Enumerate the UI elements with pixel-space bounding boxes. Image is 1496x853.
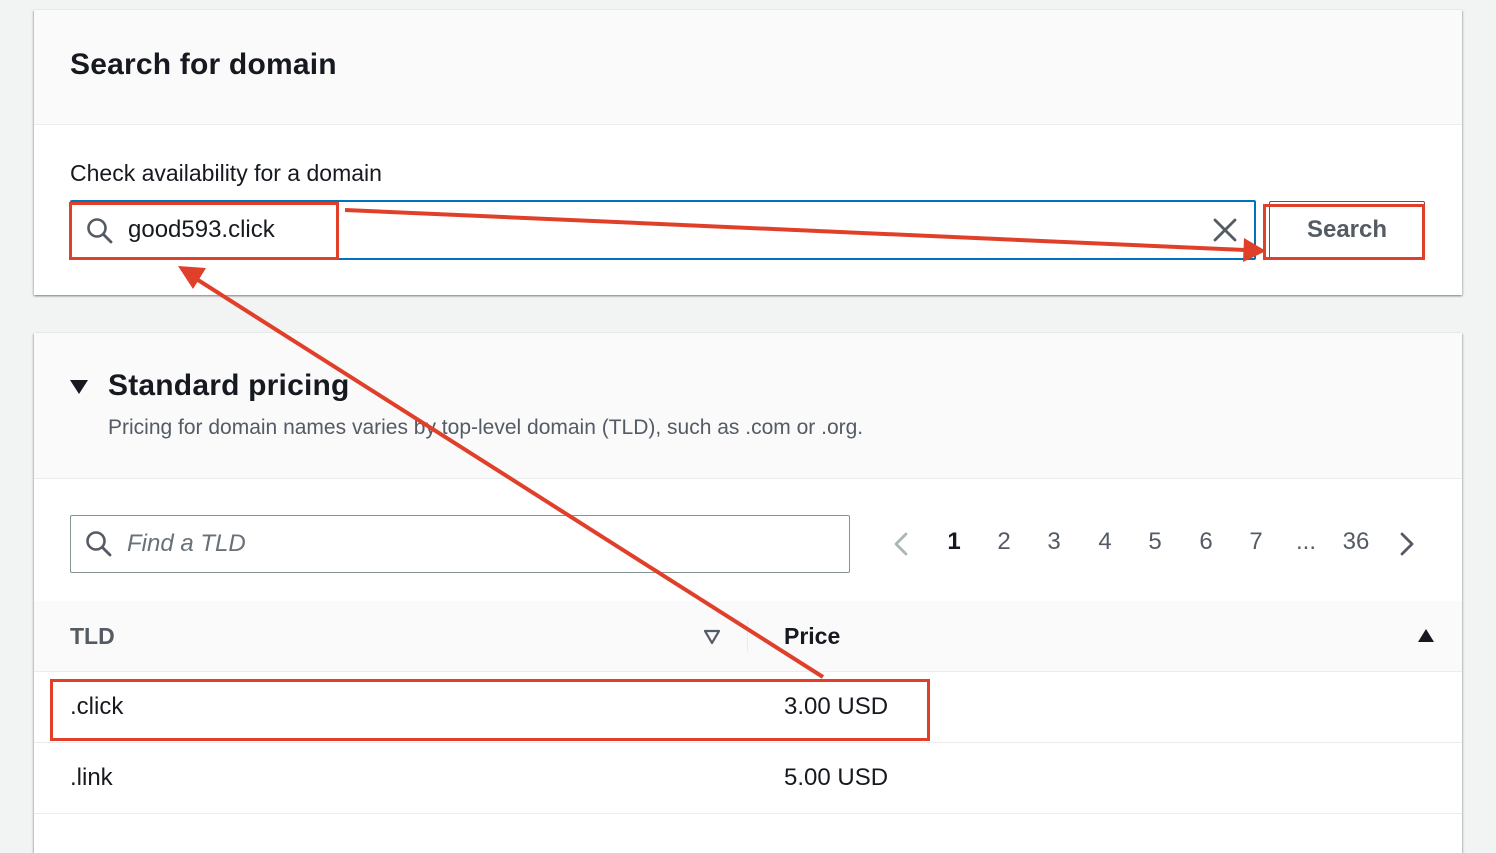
caret-down-icon[interactable] <box>70 380 88 394</box>
domain-search-field[interactable] <box>70 200 1256 260</box>
tld-cell: .click <box>70 693 124 720</box>
search-domain-panel: Search for domain Check availability for… <box>34 10 1462 295</box>
search-panel-title: Search for domain <box>70 48 337 81</box>
tld-filter-field[interactable] <box>70 515 850 573</box>
pricing-panel-title[interactable]: Standard pricing <box>108 369 350 403</box>
page-1[interactable]: 1 <box>939 528 969 556</box>
column-header-tld[interactable]: TLD <box>70 623 115 650</box>
page-7[interactable]: 7 <box>1241 528 1271 556</box>
chevron-right-icon[interactable] <box>1398 531 1416 557</box>
domain-field-label: Check availability for a domain <box>70 160 382 186</box>
pricing-table-header: TLD Price <box>34 601 1462 672</box>
page-3[interactable]: 3 <box>1039 528 1069 556</box>
page-2[interactable]: 2 <box>989 528 1019 556</box>
column-divider <box>747 620 748 652</box>
search-panel-header: Search for domain <box>34 10 1462 125</box>
sort-ascending-icon[interactable] <box>1417 628 1435 644</box>
tld-filter-input[interactable] <box>127 525 827 563</box>
sort-descending-icon[interactable] <box>703 629 721 645</box>
price-cell: 5.00 USD <box>784 764 889 791</box>
chevron-left-icon[interactable] <box>892 531 910 557</box>
search-icon <box>86 531 112 557</box>
clear-icon[interactable] <box>1212 217 1238 243</box>
tld-cell: .link <box>70 764 113 791</box>
search-button[interactable]: Search <box>1269 201 1425 259</box>
table-row[interactable]: .click 3.00 USD <box>34 672 1462 743</box>
price-cell: 3.00 USD <box>784 693 889 720</box>
page-ellipsis: ... <box>1295 528 1316 555</box>
pricing-panel-header[interactable]: Standard pricing Pricing for domain name… <box>34 333 1462 479</box>
page-5[interactable]: 5 <box>1140 528 1170 556</box>
table-row[interactable]: .link 5.00 USD <box>34 743 1462 814</box>
search-icon <box>87 218 113 244</box>
page-4[interactable]: 4 <box>1090 528 1120 556</box>
page-36[interactable]: 36 <box>1336 528 1376 556</box>
domain-input[interactable] <box>128 211 1188 249</box>
column-header-price[interactable]: Price <box>784 623 840 650</box>
page-6[interactable]: 6 <box>1191 528 1221 556</box>
pricing-description: Pricing for domain names varies by top-l… <box>108 416 864 439</box>
standard-pricing-panel: Standard pricing Pricing for domain name… <box>34 333 1462 853</box>
